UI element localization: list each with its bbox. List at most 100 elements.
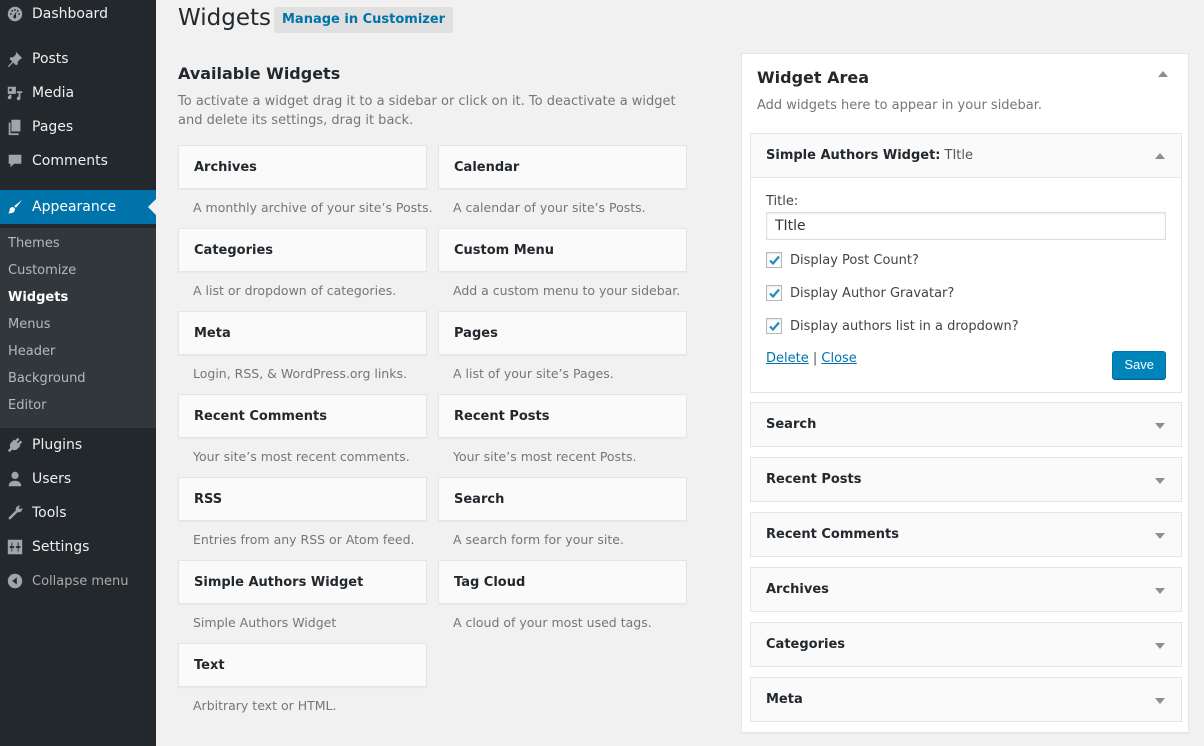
menu-item-media[interactable]: Media [0, 76, 156, 110]
widget-name: Search [454, 491, 505, 507]
widget-description: Your site’s most recent comments. [193, 449, 410, 464]
widget-description: Arbitrary text or HTML. [193, 698, 337, 713]
sidebar-widget[interactable]: Archives [750, 567, 1182, 612]
checkmark-icon [769, 255, 780, 266]
available-widget-tile[interactable]: Custom Menu [438, 228, 687, 272]
link-separator: | [812, 351, 818, 366]
available-widget-tile[interactable]: Tag Cloud [438, 560, 687, 604]
sidebar-widget[interactable]: Categories [750, 622, 1182, 667]
wrench-icon [5, 503, 25, 523]
checkbox[interactable] [766, 285, 782, 301]
menu-label: Tools [32, 505, 67, 521]
delete-link[interactable]: Delete [766, 351, 809, 366]
widget-area-title: Widget Area [757, 68, 870, 87]
paintbrush-icon [5, 197, 25, 217]
submenu-item-themes[interactable]: Themes [8, 236, 60, 251]
widget-name: Categories [194, 242, 274, 258]
arrow-up-icon[interactable] [1155, 153, 1165, 159]
collapse-menu-button[interactable]: Collapse menu [0, 564, 156, 598]
close-link[interactable]: Close [821, 351, 856, 366]
available-widget-tile[interactable]: Calendar [438, 145, 687, 189]
widget-description: Add a custom menu to your sidebar. [453, 283, 681, 298]
menu-label: Dashboard [32, 6, 108, 22]
widget-header[interactable]: Simple Authors Widget: TItle [751, 134, 1181, 178]
menu-item-tools[interactable]: Tools [0, 496, 156, 530]
collapse-arrow-icon [5, 571, 25, 591]
widget-name: Recent Posts [766, 472, 862, 487]
checkbox-label: Display authors list in a dropdown? [790, 318, 1019, 334]
available-widgets-heading: Available Widgets [178, 64, 341, 83]
widget-name: RSS [194, 491, 223, 507]
checkbox-post-count[interactable]: Display Post Count? [766, 252, 919, 268]
menu-item-dashboard[interactable]: Dashboard [0, 0, 156, 31]
checkbox[interactable] [766, 318, 782, 334]
available-widget-tile[interactable]: Recent Posts [438, 394, 687, 438]
arrow-up-icon [1158, 71, 1168, 77]
menu-label: Posts [32, 51, 69, 67]
available-widget-tile[interactable]: Simple Authors Widget [178, 560, 427, 604]
save-button[interactable]: Save [1112, 351, 1166, 379]
menu-label: Media [32, 85, 75, 101]
pin-icon [5, 49, 25, 69]
submenu-item-customize[interactable]: Customize [8, 263, 76, 278]
available-widget-tile[interactable]: RSS [178, 477, 427, 521]
submenu-item-editor[interactable]: Editor [8, 398, 46, 413]
available-widget-tile[interactable]: Recent Comments [178, 394, 427, 438]
menu-item-settings[interactable]: Settings [0, 530, 156, 564]
open-widget-simple-authors: Simple Authors Widget: TItle Title: Disp… [750, 133, 1182, 393]
menu-item-posts[interactable]: Posts [0, 42, 156, 76]
arrow-down-icon[interactable] [1155, 698, 1165, 704]
submenu-item-widgets[interactable]: Widgets [8, 290, 68, 305]
plug-icon [5, 435, 25, 455]
page-title: Widgets [178, 5, 271, 31]
checkbox[interactable] [766, 252, 782, 268]
menu-item-users[interactable]: Users [0, 462, 156, 496]
arrow-down-icon[interactable] [1155, 643, 1165, 649]
available-widgets-description: To activate a widget drag it to a sideba… [178, 94, 676, 128]
admin-menu: Dashboard Posts Media Pages Comments App… [0, 0, 156, 746]
manage-in-customizer-button[interactable]: Manage in Customizer [274, 7, 454, 33]
sidebar-widget[interactable]: Search [750, 402, 1182, 447]
menu-label[interactable]: Plugins [32, 437, 82, 453]
widget-area-collapse-toggle[interactable] [1158, 71, 1168, 81]
available-widget-tile[interactable]: Archives [178, 145, 427, 189]
widget-name: Archives [194, 159, 257, 175]
checkbox-label: Display Author Gravatar? [790, 285, 955, 301]
arrow-down-icon[interactable] [1155, 588, 1165, 594]
widget-description: A search form for your site. [453, 532, 624, 547]
menu-item-plugins[interactable]: Plugins [0, 428, 156, 462]
available-widget-tile[interactable]: Categories [178, 228, 427, 272]
media-icon [5, 83, 25, 103]
widget-name: Simple Authors Widget: [766, 148, 941, 163]
sidebar-widget[interactable]: Meta [750, 677, 1182, 722]
arrow-down-icon[interactable] [1155, 478, 1165, 484]
available-widget-tile[interactable]: Search [438, 477, 687, 521]
menu-item-appearance[interactable]: Appearance [0, 190, 156, 224]
user-icon [5, 469, 25, 489]
widget-name: Meta [766, 692, 803, 707]
arrow-down-icon[interactable] [1155, 423, 1165, 429]
title-field[interactable] [766, 212, 1166, 240]
sidebar-widget[interactable]: Recent Posts [750, 457, 1182, 502]
available-widget-tile[interactable]: Pages [438, 311, 687, 355]
widget-description: Simple Authors Widget [193, 615, 337, 630]
menu-item-comments[interactable]: Comments [0, 144, 156, 178]
widget-description: A cloud of your most used tags. [453, 615, 652, 630]
appearance-submenu: Themes Customize Widgets Menus Header Ba… [0, 228, 156, 428]
widget-control-links: Delete | Close [766, 351, 857, 366]
checkbox-authors-dropdown[interactable]: Display authors list in a dropdown? [766, 318, 1019, 334]
submenu-item-background[interactable]: Background [8, 371, 86, 386]
menu-item-pages[interactable]: Pages [0, 110, 156, 144]
available-widget-tile[interactable]: Text [178, 643, 427, 687]
checkbox-author-gravatar[interactable]: Display Author Gravatar? [766, 285, 954, 301]
sidebar-widget[interactable]: Recent Comments [750, 512, 1182, 557]
widget-area-panel: Widget Area Add widgets here to appear i… [741, 53, 1189, 733]
title-field-label: Title: [766, 194, 799, 209]
submenu-item-header[interactable]: Header [8, 344, 55, 359]
widget-name: Categories [766, 637, 846, 652]
checkmark-icon [769, 321, 780, 332]
menu-label: Settings [32, 539, 90, 555]
submenu-item-menus[interactable]: Menus [8, 317, 50, 332]
available-widget-tile[interactable]: Meta [178, 311, 427, 355]
arrow-down-icon[interactable] [1155, 533, 1165, 539]
